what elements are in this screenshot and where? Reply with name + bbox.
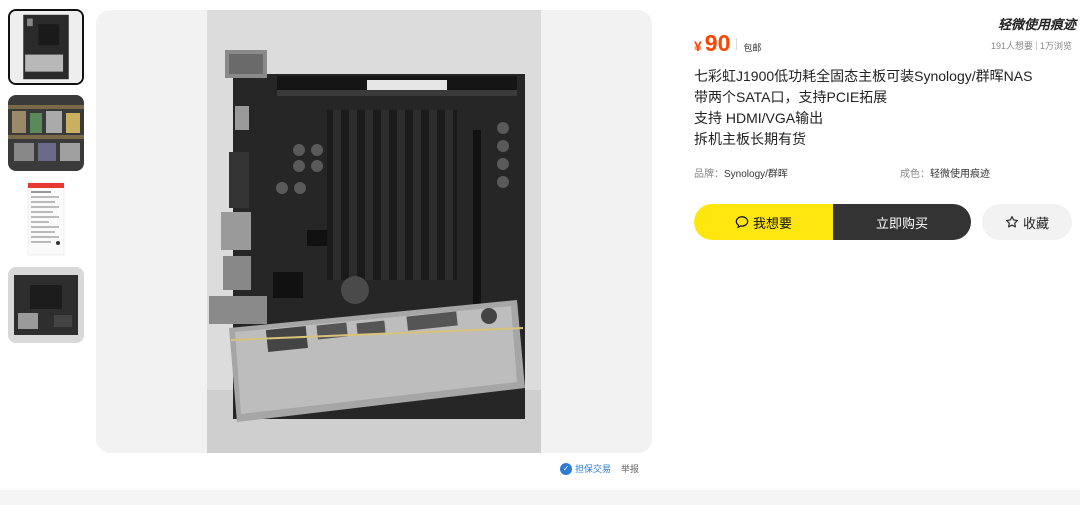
title-line: 支持 HDMI/VGA输出 — [694, 110, 824, 126]
price-row: ¥ 90 包邮 — [694, 30, 761, 57]
shipping-label: 包邮 — [743, 43, 762, 53]
buy-button-label: 立即购买 — [875, 215, 928, 231]
condition-tag: 轻微使用痕迹 — [998, 14, 1077, 33]
title-line: 带两个SATA口，支持PCIE拓展 — [694, 89, 888, 105]
stats-divider — [1035, 41, 1037, 50]
thumbnail-spec-screenshot[interactable] — [8, 181, 84, 257]
star-icon — [1005, 216, 1018, 228]
brand-label: 品牌： — [694, 169, 724, 180]
thumbnail-shelf-photo[interactable] — [8, 95, 84, 171]
favorite-button-label: 收藏 — [1022, 215, 1049, 231]
thumbnail-image — [8, 181, 84, 257]
image-footer: ✓ 担保交易 举报 — [560, 462, 639, 475]
shield-icon: ✓ — [560, 462, 572, 475]
motherboard-photo — [207, 10, 541, 453]
condition-label: 成色： — [900, 169, 930, 180]
attribute-brand: 品牌：Synology/群晖 — [694, 165, 788, 180]
thumbnail-motherboard-angle[interactable] — [8, 267, 84, 343]
purchase-button-group: 我想要 立即购买 — [694, 204, 971, 240]
condition-value: 轻微使用痕迹 — [930, 169, 990, 180]
title-line: 拆机主板长期有货 — [694, 131, 806, 147]
product-title: 七彩虹J1900低功耗全固态主板可装Synology/群晖NAS 带两个SATA… — [694, 66, 1076, 150]
chat-icon — [735, 216, 749, 229]
buy-now-button[interactable]: 立即购买 — [833, 204, 971, 240]
protect-link[interactable]: ✓ 担保交易 — [560, 462, 611, 475]
title-line: 七彩虹J1900低功耗全固态主板可装Synology/群晖NAS — [694, 68, 1033, 84]
bottom-divider — [0, 490, 1080, 505]
thumbnail-motherboard-front[interactable] — [8, 9, 84, 85]
product-page: ✓ 担保交易 举报 ¥ 90 包邮 轻微使用痕迹 191人想要 1万浏览 七彩虹J… — [0, 0, 1080, 505]
thumbnail-image — [8, 267, 84, 343]
want-button-label: 我想要 — [752, 215, 792, 231]
action-buttons: 我想要 立即购买 收藏 — [694, 204, 1072, 240]
thumbnail-image — [8, 95, 84, 171]
thumbnail-list — [8, 9, 86, 353]
favorite-button[interactable]: 收藏 — [982, 204, 1072, 240]
price-divider — [736, 37, 738, 50]
want-button[interactable]: 我想要 — [694, 204, 833, 240]
wants-count: 191人想要 — [990, 41, 1033, 51]
view-stats: 191人想要 1万浏览 — [991, 39, 1072, 52]
thumbnail-image — [10, 11, 82, 83]
report-link[interactable]: 举报 — [621, 462, 639, 475]
price-amount: 90 — [704, 30, 731, 56]
currency-symbol: ¥ — [694, 38, 702, 54]
views-count: 1万浏览 — [1039, 41, 1072, 51]
attribute-condition: 成色：轻微使用痕迹 — [900, 165, 990, 180]
main-product-image[interactable] — [96, 10, 652, 453]
brand-value: Synology/群晖 — [724, 169, 788, 180]
protect-label: 担保交易 — [575, 464, 612, 474]
